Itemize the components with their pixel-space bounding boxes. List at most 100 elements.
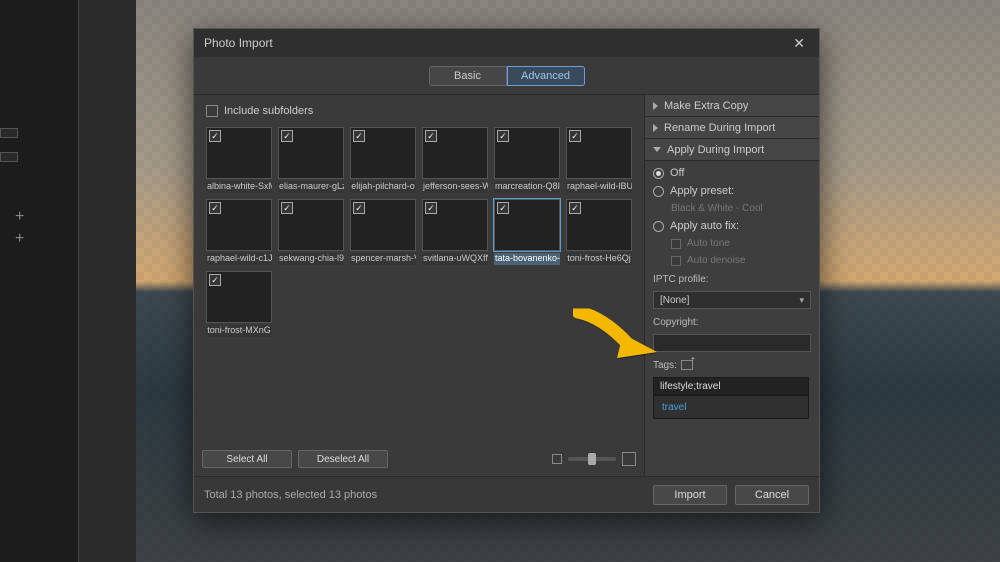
dialog-titlebar: Photo Import ✕ [194, 29, 819, 57]
app-left-panel: + + [0, 0, 78, 562]
thumbnail[interactable]: spencer-marsh-V [350, 199, 416, 265]
thumbnail[interactable]: elijah-pilchard-o [350, 127, 416, 193]
slider-thumb[interactable] [588, 453, 596, 465]
thumbnail[interactable]: tata-bovanenko- [494, 199, 560, 265]
checkmark-icon[interactable] [497, 202, 509, 214]
section-label: Make Extra Copy [664, 100, 748, 112]
photo-import-dialog: Photo Import ✕ Basic Advanced Include su… [193, 28, 820, 513]
radio-icon[interactable] [653, 168, 664, 179]
thumbnail[interactable]: toni-frost-MXnG [206, 271, 272, 337]
dialog-title: Photo Import [204, 36, 273, 50]
panel-chip [0, 152, 18, 162]
radio-icon[interactable] [653, 221, 664, 232]
iptc-profile-label: IPTC profile: [653, 274, 811, 285]
radio-label: Off [670, 167, 684, 179]
thumbnail[interactable]: raphael-wild-c1J [206, 199, 272, 265]
plus-icon[interactable]: + [15, 208, 24, 226]
plus-icon[interactable]: + [15, 230, 24, 248]
thumbnail-label: elias-maurer-gLz [278, 181, 344, 193]
include-subfolders-checkbox[interactable] [206, 105, 218, 117]
checkbox-icon[interactable] [671, 239, 681, 249]
include-subfolders-label: Include subfolders [224, 105, 313, 117]
checkmark-icon[interactable] [497, 130, 509, 142]
thumbnail[interactable]: elias-maurer-gLz [278, 127, 344, 193]
thumbnail[interactable]: svitlana-uWQXfN [422, 199, 488, 265]
section-rename-during-import[interactable]: Rename During Import [645, 117, 819, 139]
thumbnail-label: tata-bovanenko- [494, 253, 560, 265]
thumbnail[interactable]: albina-white-SxM [206, 127, 272, 193]
checkbox-icon[interactable] [671, 256, 681, 266]
thumbnail-label: jefferson-sees-W [422, 181, 488, 193]
auto-tone-row[interactable]: Auto tone [671, 238, 811, 249]
settings-panel: Make Extra Copy Rename During Import App… [644, 95, 819, 476]
checkmark-icon[interactable] [281, 130, 293, 142]
thumb-large-icon [622, 452, 636, 466]
thumbnail[interactable]: raphael-wild-lBU [566, 127, 632, 193]
checkmark-icon[interactable] [569, 202, 581, 214]
checkmark-icon[interactable] [209, 202, 221, 214]
thumbnail-label: albina-white-SxM [206, 181, 272, 193]
dialog-footer: Total 13 photos, selected 13 photos Impo… [194, 476, 819, 512]
checkmark-icon[interactable] [425, 130, 437, 142]
thumbnail[interactable]: sekwang-chia-l9 [278, 199, 344, 265]
copyright-input[interactable] [653, 334, 811, 352]
thumbnail[interactable]: toni-frost-He6Qj [566, 199, 632, 265]
section-label: Apply During Import [667, 144, 764, 156]
tab-advanced[interactable]: Advanced [507, 66, 585, 86]
copyright-label: Copyright: [653, 317, 811, 328]
section-make-extra-copy[interactable]: Make Extra Copy [645, 95, 819, 117]
thumbnail-label: raphael-wild-c1J [206, 253, 272, 265]
thumbnail-label: sekwang-chia-l9 [278, 253, 344, 265]
checkmark-icon[interactable] [209, 274, 221, 286]
deselect-all-button[interactable]: Deselect All [298, 450, 388, 468]
slider-track[interactable] [568, 457, 616, 461]
thumbnail-label: spencer-marsh-V [350, 253, 416, 265]
thumbnail-label: raphael-wild-lBU [566, 181, 632, 193]
tags-suggestion-dropdown[interactable]: travel [653, 395, 809, 419]
thumbnail[interactable]: jefferson-sees-W [422, 127, 488, 193]
thumbnail-size-slider[interactable] [552, 452, 636, 466]
auto-tone-label: Auto tone [687, 238, 730, 249]
status-text: Total 13 photos, selected 13 photos [204, 489, 377, 501]
thumbnail-label: svitlana-uWQXfN [422, 253, 488, 265]
thumbnail[interactable]: marcreation-Q8I [494, 127, 560, 193]
tags-add-icon[interactable] [681, 360, 693, 370]
thumbnail-label: toni-frost-He6Qj [566, 253, 632, 265]
gallery-bottom-bar: Select All Deselect All [202, 444, 636, 472]
auto-denoise-row[interactable]: Auto denoise [671, 255, 811, 266]
preset-value: Black & White - Cool [671, 203, 811, 214]
radio-off[interactable]: Off [653, 167, 811, 179]
iptc-value: [None] [660, 295, 689, 306]
checkmark-icon[interactable] [281, 202, 293, 214]
app-left-panel-2 [78, 0, 136, 562]
tags-label: Tags: [653, 360, 677, 371]
radio-apply-preset[interactable]: Apply preset: [653, 185, 811, 197]
chevron-down-icon [653, 147, 661, 152]
chevron-right-icon [653, 102, 658, 110]
section-apply-during-import[interactable]: Apply During Import [645, 139, 819, 161]
chevron-right-icon [653, 124, 658, 132]
cancel-button[interactable]: Cancel [735, 485, 809, 505]
checkmark-icon[interactable] [353, 130, 365, 142]
panel-chip [0, 128, 18, 138]
thumbnail-grid: albina-white-SxM elias-maurer-gLz elijah… [202, 123, 636, 337]
close-icon[interactable]: ✕ [789, 35, 809, 52]
tags-value: lifestyle;travel [660, 381, 721, 392]
tab-basic[interactable]: Basic [429, 66, 507, 86]
import-button[interactable]: Import [653, 485, 727, 505]
radio-label: Apply auto fix: [670, 220, 739, 232]
checkmark-icon[interactable] [425, 202, 437, 214]
auto-denoise-label: Auto denoise [687, 255, 745, 266]
checkmark-icon[interactable] [209, 130, 221, 142]
tags-input[interactable]: lifestyle;travel travel [653, 377, 809, 395]
tab-row: Basic Advanced [194, 57, 819, 95]
radio-apply-auto-fix[interactable]: Apply auto fix: [653, 220, 811, 232]
radio-label: Apply preset: [670, 185, 734, 197]
checkmark-icon[interactable] [569, 130, 581, 142]
select-all-button[interactable]: Select All [202, 450, 292, 468]
thumbnail-label: elijah-pilchard-o [350, 181, 416, 193]
iptc-profile-dropdown[interactable]: [None] [653, 291, 811, 309]
checkmark-icon[interactable] [353, 202, 365, 214]
radio-icon[interactable] [653, 186, 664, 197]
suggestion-item[interactable]: travel [662, 402, 686, 413]
